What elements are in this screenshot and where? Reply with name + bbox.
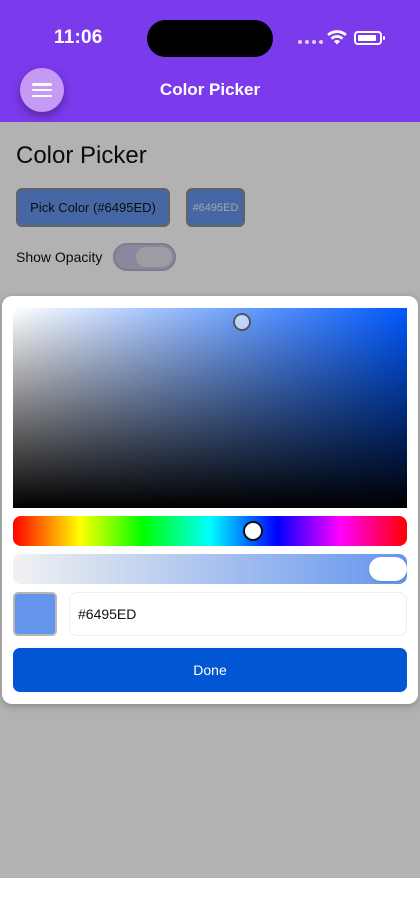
opacity-slider[interactable] <box>13 554 407 584</box>
color-preview-swatch <box>13 592 57 636</box>
phone-screen: 11:06 Color Picker Color Picker Pick Col… <box>0 0 420 912</box>
battery-icon <box>354 31 385 45</box>
saturation-brightness-handle[interactable] <box>232 313 251 331</box>
saturation-brightness-area[interactable] <box>13 308 407 508</box>
color-picker-dialog: Done <box>2 296 418 704</box>
dynamic-island <box>147 20 273 57</box>
brightness-gradient <box>13 308 407 508</box>
cellular-signal-icon <box>298 40 323 44</box>
app-bar: 11:06 Color Picker <box>0 0 420 122</box>
hue-slider-handle[interactable] <box>242 521 263 541</box>
wifi-icon <box>327 30 347 45</box>
hex-value-input[interactable] <box>69 592 407 636</box>
hue-slider[interactable] <box>13 516 407 546</box>
opacity-slider-handle[interactable] <box>369 557 407 581</box>
app-bar-title: Color Picker <box>159 80 261 99</box>
status-time: 11:06 <box>54 27 103 48</box>
done-button[interactable]: Done <box>13 648 407 692</box>
